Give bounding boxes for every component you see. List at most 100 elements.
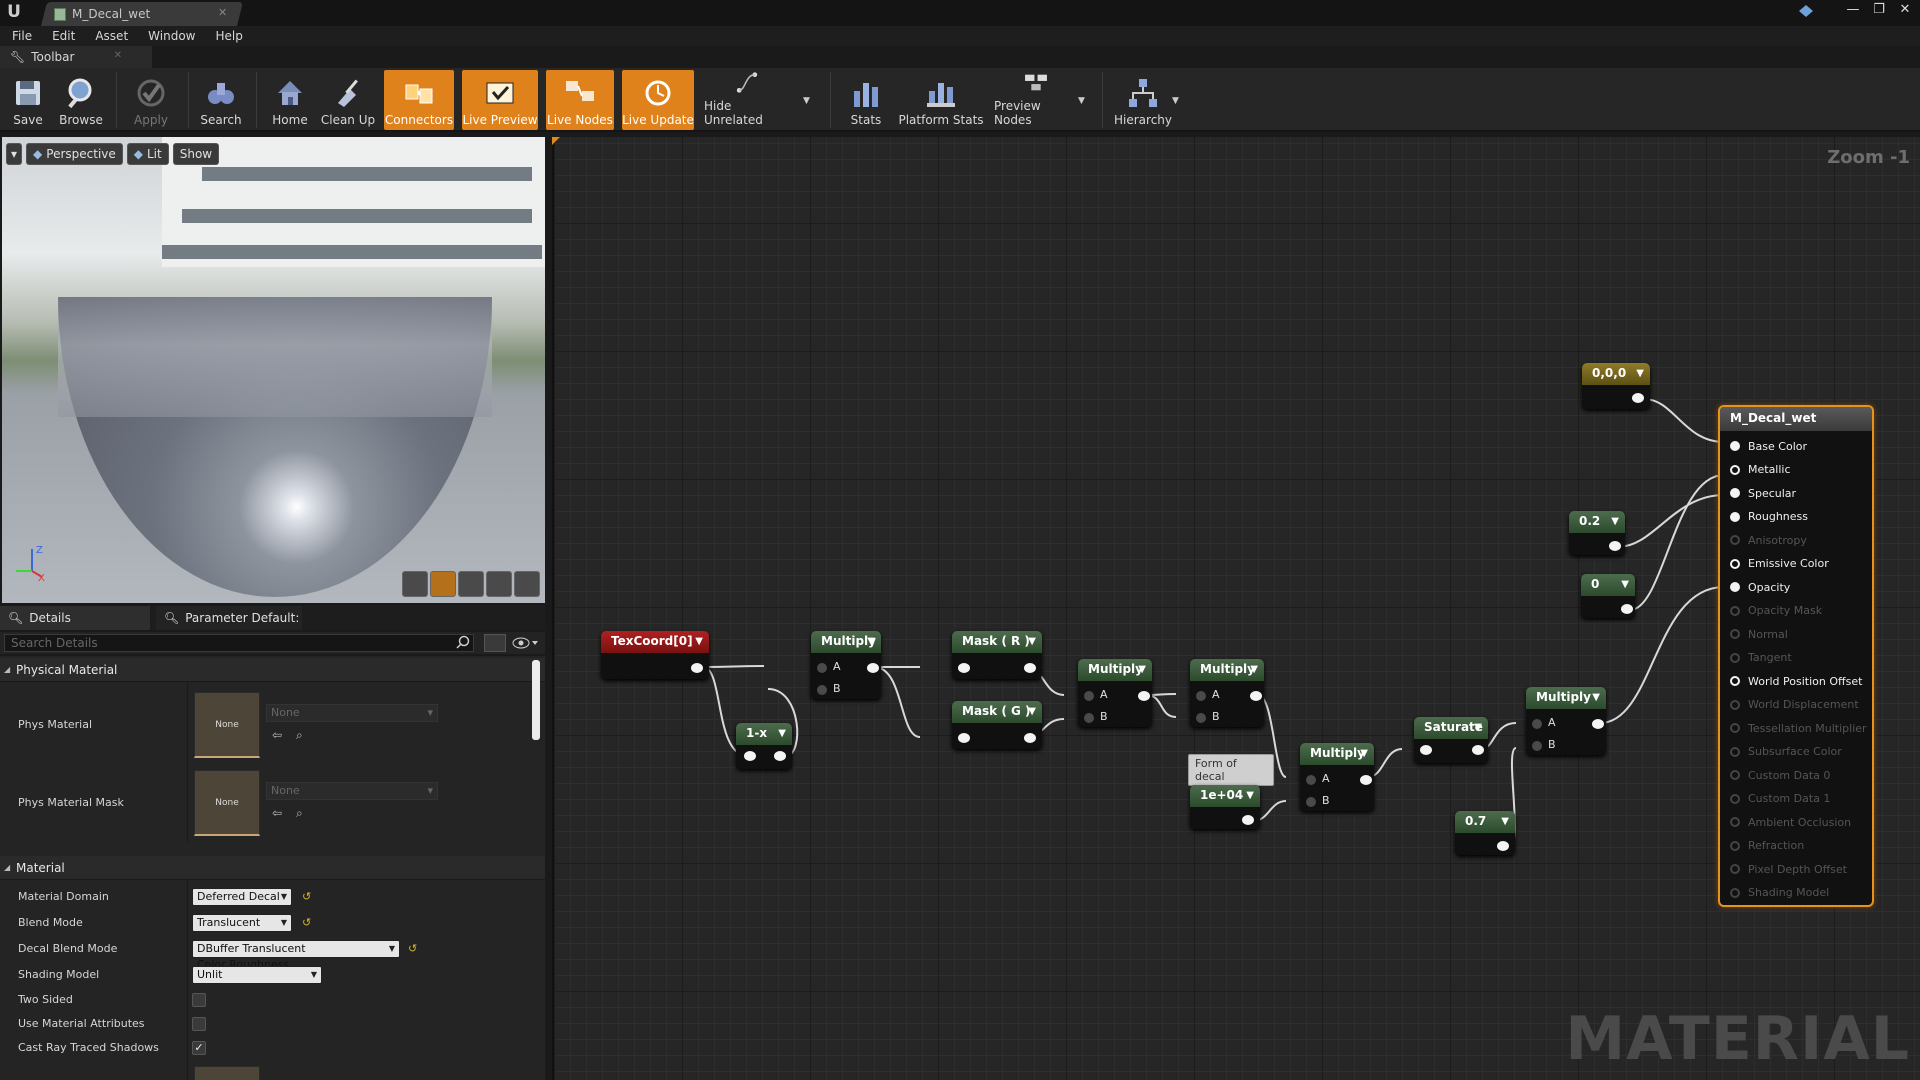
result-pin[interactable]: Normal — [1730, 625, 1788, 643]
node-expand-icon[interactable]: ▼ — [1636, 363, 1644, 384]
node-expand-icon[interactable]: ▼ — [867, 631, 875, 652]
apply-button[interactable]: Apply — [126, 70, 176, 130]
save-button[interactable]: Save — [8, 70, 48, 130]
close-panel-icon[interactable]: ✕ — [114, 50, 122, 61]
input-pin-a[interactable] — [1306, 775, 1316, 785]
pin-dot-icon[interactable] — [1730, 864, 1740, 874]
result-pin[interactable]: Emissive Color — [1730, 555, 1829, 573]
output-pin[interactable] — [1592, 719, 1604, 729]
result-pin[interactable]: Subsurface Color — [1730, 743, 1842, 761]
comment-bubble[interactable]: Form of decal — [1188, 754, 1274, 786]
source-control-icon[interactable] — [1798, 4, 1814, 18]
show-button[interactable]: Show — [172, 143, 220, 165]
live-preview-toggle[interactable]: Live Preview — [462, 70, 538, 130]
toolbar-panel-tab[interactable]: 🔧︎ Toolbar ✕ — [0, 46, 152, 68]
output-pin[interactable] — [1472, 745, 1484, 755]
input-pin[interactable] — [744, 751, 756, 761]
input-pin-b[interactable] — [1084, 713, 1094, 723]
node-expand-icon[interactable]: ▼ — [1028, 631, 1036, 652]
input-pin[interactable] — [1420, 745, 1432, 755]
shading-model-select[interactable]: Unlit — [192, 966, 322, 984]
pin-dot-icon[interactable] — [1730, 676, 1740, 686]
mesh-preview-button[interactable] — [514, 571, 540, 597]
result-pin[interactable]: World Position Offset — [1730, 672, 1862, 690]
result-pin[interactable]: World Displacement — [1730, 696, 1859, 714]
search-button[interactable]: Search — [198, 70, 244, 130]
multiply-node-1[interactable]: Multiply ▼ A B — [811, 631, 881, 699]
browse-button[interactable]: Browse — [56, 70, 106, 130]
hide-unrelated-dropdown-icon[interactable]: ▼ — [803, 96, 810, 106]
pin-dot-icon[interactable] — [1730, 605, 1740, 616]
pin-dot-icon[interactable] — [1730, 652, 1740, 663]
document-tab[interactable]: M_Decal_wet — [54, 5, 234, 23]
output-pin[interactable] — [1138, 691, 1150, 701]
input-pin[interactable] — [958, 663, 970, 673]
node-expand-icon[interactable]: ▼ — [695, 631, 703, 652]
result-pin[interactable]: Custom Data 1 — [1730, 790, 1830, 808]
hide-unrelated-button[interactable]: Hide Unrelated — [704, 70, 790, 130]
perspective-button[interactable]: ◆ Perspective — [26, 143, 123, 165]
pin-dot-icon[interactable] — [1730, 699, 1740, 710]
material-domain-select[interactable]: Deferred Decal — [192, 888, 292, 906]
tab-details[interactable]: 🔍︎ Details — [0, 606, 150, 630]
pin-dot-icon[interactable] — [1730, 793, 1740, 804]
material-category[interactable]: Material — [0, 856, 545, 880]
input-pin-b[interactable] — [817, 685, 827, 695]
pin-dot-icon[interactable] — [1730, 511, 1740, 522]
cube-preview-button[interactable] — [486, 571, 512, 597]
pin-dot-icon[interactable] — [1730, 582, 1740, 592]
menu-edit[interactable]: Edit — [52, 26, 75, 46]
browse-asset-icon[interactable]: ⌕ — [296, 728, 303, 743]
output-pin[interactable] — [867, 663, 879, 673]
node-expand-icon[interactable]: ▼ — [1250, 659, 1258, 680]
search-details-input[interactable]: Search Details — [4, 634, 474, 652]
node-expand-icon[interactable]: ▼ — [1501, 811, 1509, 832]
menu-asset[interactable]: Asset — [95, 26, 128, 46]
viewport-menu-button[interactable]: ▾ — [6, 143, 23, 165]
maximize-button[interactable]: ❐ — [1870, 2, 1888, 18]
result-pin[interactable]: Specular — [1730, 484, 1796, 502]
blend-mode-select[interactable]: Translucent — [192, 914, 292, 932]
input-pin-a[interactable] — [1196, 691, 1206, 701]
result-pin[interactable]: Base Color — [1730, 437, 1807, 455]
node-expand-icon[interactable]: ▼ — [1246, 785, 1254, 806]
use-selected-arrow-icon[interactable]: ⇦ — [272, 806, 282, 820]
material-graph-canvas[interactable]: Zoom -1 MATERIAL TexCoord[0] ▼ 1-x ▼ Multi… — [552, 137, 1920, 1080]
pin-dot-icon[interactable] — [1730, 840, 1740, 851]
physical-material-category[interactable]: Physical Material — [0, 658, 545, 682]
pin-dot-icon[interactable] — [1730, 746, 1740, 757]
input-pin-a[interactable] — [1084, 691, 1094, 701]
result-pin[interactable]: Tessellation Multiplier — [1730, 719, 1867, 737]
result-pin[interactable]: Metallic — [1730, 461, 1791, 479]
menu-help[interactable]: Help — [215, 26, 242, 46]
node-expand-icon[interactable]: ▼ — [1028, 701, 1036, 722]
close-window-button[interactable]: ✕ — [1896, 2, 1914, 18]
multiply-node-3[interactable]: Multiply ▼ A B — [1190, 659, 1264, 727]
view-options-eye-icon[interactable] — [512, 637, 540, 649]
preview-nodes-dropdown-icon[interactable]: ▼ — [1078, 96, 1085, 106]
close-tab-icon[interactable]: ✕ — [218, 6, 227, 19]
pin-dot-icon[interactable] — [1730, 464, 1740, 475]
cylinder-preview-button[interactable] — [402, 571, 428, 597]
saturate-node[interactable]: Saturate ▼ — [1414, 717, 1488, 763]
pin-dot-icon[interactable] — [1730, 770, 1740, 780]
output-pin[interactable] — [1242, 815, 1254, 825]
constant-07-node[interactable]: 0.7 ▼ — [1455, 811, 1515, 855]
minimize-button[interactable]: — — [1844, 2, 1862, 18]
output-pin[interactable] — [1360, 775, 1372, 785]
live-update-toggle[interactable]: Live Update — [622, 70, 694, 130]
result-pin[interactable]: Opacity — [1730, 578, 1790, 596]
texcoord-node[interactable]: TexCoord[0] ▼ — [601, 631, 709, 679]
pin-dot-icon[interactable] — [1730, 887, 1740, 898]
result-pin[interactable]: Opacity Mask — [1730, 602, 1822, 620]
result-pin[interactable]: Roughness — [1730, 508, 1808, 526]
tab-parameter-defaults[interactable]: 🔍︎ Parameter Default: — [156, 606, 302, 630]
constant-1e4-node[interactable]: 1e+04 ▼ — [1190, 785, 1260, 829]
result-pin[interactable]: Custom Data 0 — [1730, 766, 1830, 784]
phys-material-combo[interactable]: None — [266, 704, 438, 722]
hierarchy-button[interactable]: Hierarchy — [1114, 70, 1172, 130]
node-expand-icon[interactable]: ▼ — [1592, 687, 1600, 708]
menu-file[interactable]: File — [12, 26, 32, 46]
platform-stats-button[interactable]: Platform Stats — [898, 70, 984, 130]
node-expand-icon[interactable]: ▼ — [1621, 574, 1629, 595]
